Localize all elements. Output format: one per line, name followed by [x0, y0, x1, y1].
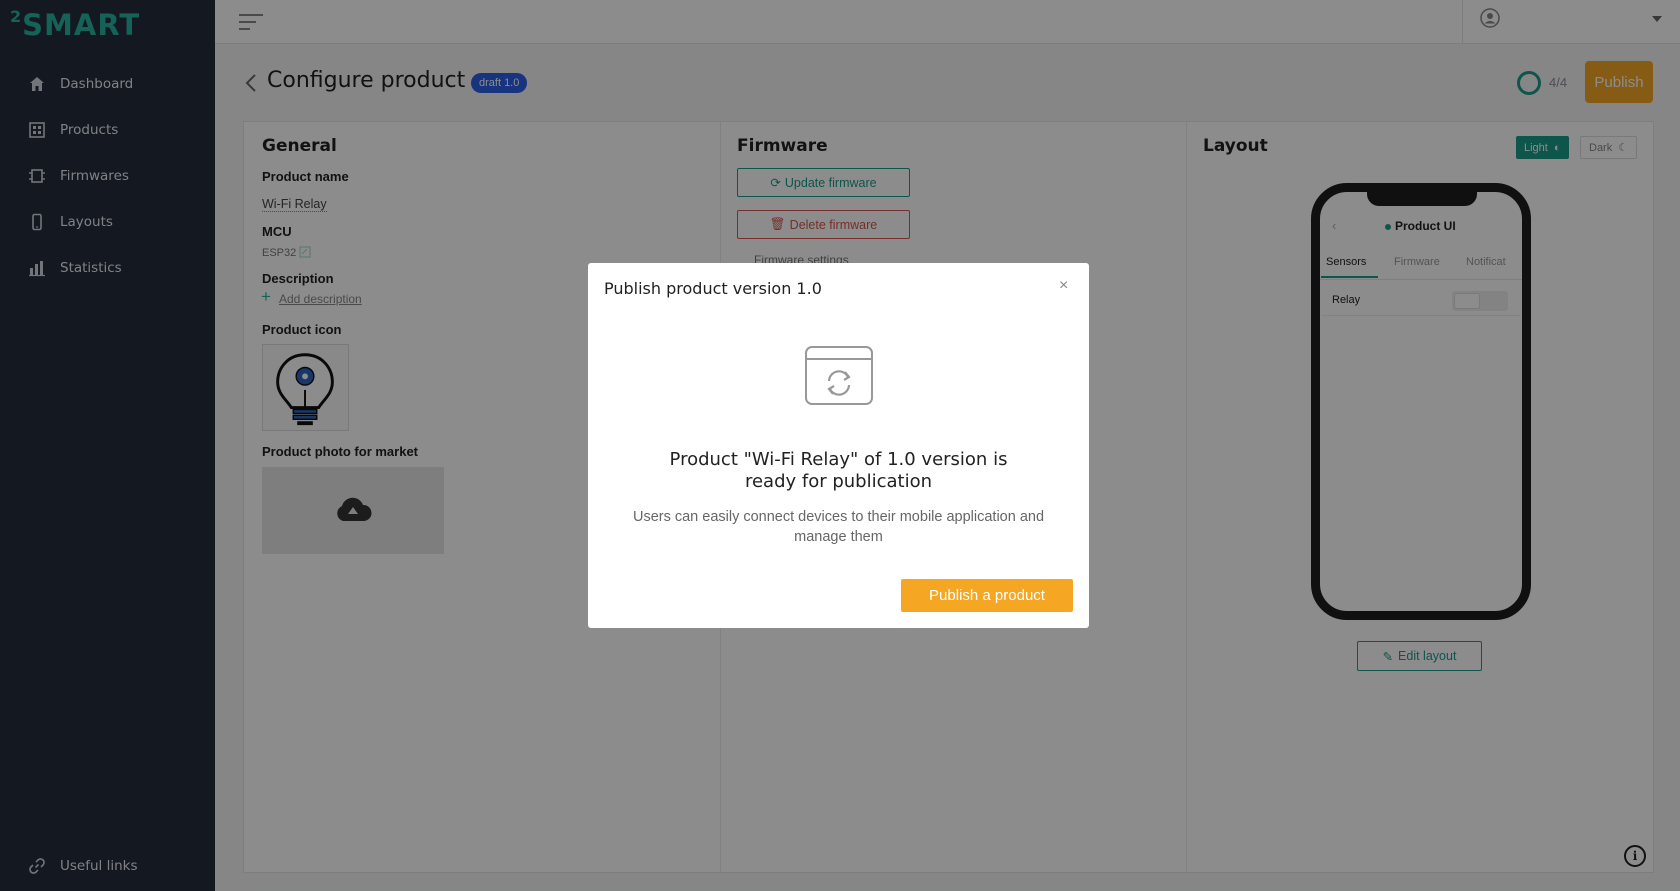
modal-title: Publish product version 1.0 — [604, 279, 822, 298]
modal-description: Users can easily connect devices to thei… — [632, 509, 1045, 545]
modal-heading: Product "Wi-Fi Relay" of 1.0 version is … — [669, 449, 1008, 492]
publish-modal: Publish product version 1.0 × Product "W… — [588, 263, 1089, 628]
publish-product-button[interactable]: Publish a product — [901, 579, 1073, 612]
close-icon[interactable]: × — [1059, 277, 1068, 295]
browser-refresh-icon — [805, 346, 873, 405]
